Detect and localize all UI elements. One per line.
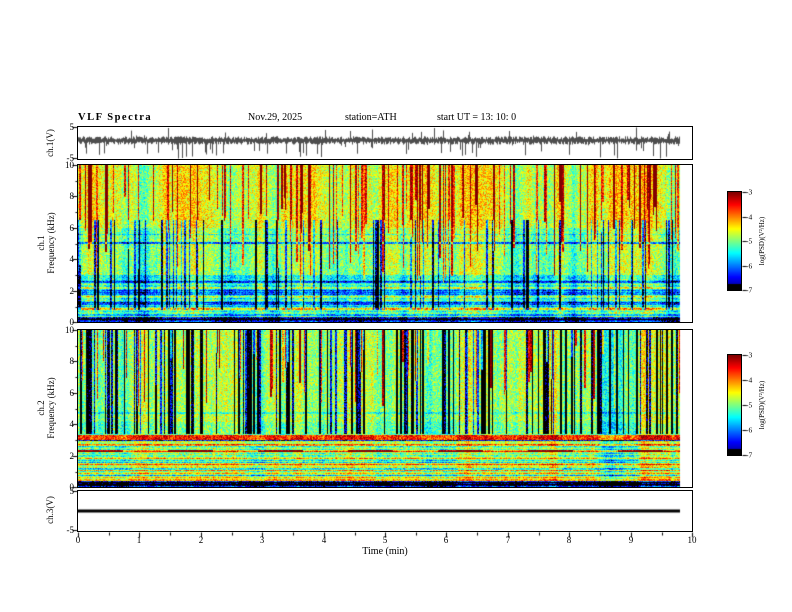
ch2-spec-ylabel: ch.2 Frequency (kHz) [36,377,56,438]
ch1-spectrogram-canvas [78,165,692,322]
colorbar-2-tick-label: -7 [746,450,753,460]
ch2-spec-tick-label: 8 [69,356,75,366]
ch3-waveform-panel [77,490,693,532]
ch2-spec-tick-label: 2 [69,451,75,461]
station-label: station=ATH [345,112,397,123]
ch1-spectrogram-panel [77,164,693,323]
time-tick-label: 10 [687,535,697,545]
time-tick-label: 3 [259,535,265,545]
ch2-spectrogram-panel [77,329,693,488]
ch3-ylabel-text: ch.3(V) [45,496,55,524]
colorbar-1-label-text: log(PSD)(V²/Hz) [758,216,766,266]
ch1-spec-tick-label: 6 [69,223,75,233]
ch1-spec-ylabel-line1: ch.1 [36,235,46,251]
start-ut-label: start UT = 13: 10: 0 [437,112,517,123]
ch3-tick-label: -5 [66,525,75,535]
ch2-spectrogram-canvas [78,330,692,487]
colorbar-1-tick-label: -4 [746,212,753,222]
colorbar-2-canvas [728,355,741,455]
colorbar-2-label: log(PSD)(V²/Hz) [757,381,767,429]
time-tick-label: 1 [136,535,142,545]
colorbar-1-tick-label: -5 [746,236,753,246]
ch2-spec-tick-label: 4 [69,419,75,429]
ch2-spec-ylabel-line2: Frequency (kHz) [46,377,56,439]
colorbar-2 [727,354,742,456]
time-tick-label: 0 [75,535,81,545]
time-tick-label: 6 [443,535,449,545]
time-tick-label: 7 [505,535,511,545]
figure-date: Nov.29, 2025 [248,112,303,123]
ch1-spec-tick-label: 8 [69,191,75,201]
colorbar-2-tick-label: -5 [746,400,753,410]
time-tick-label: 2 [198,535,204,545]
figure-title: VLF Spectra [78,112,153,123]
colorbar-2-tick-label: -4 [746,375,753,385]
ch1-spec-ylabel: ch.1 Frequency (kHz) [36,212,56,273]
colorbar-2-tick-label: -6 [746,425,753,435]
vlf-spectra-figure: VLF Spectra Nov.29, 2025 station=ATH sta… [0,0,792,612]
colorbar-2-label-text: log(PSD)(V²/Hz) [758,380,766,430]
time-tick-label: 9 [628,535,634,545]
time-tick-label: 5 [382,535,388,545]
ch1-spec-tick-label: 10 [65,160,74,170]
ch1-wave-ylabel-text: ch.1(V) [45,129,55,157]
colorbar-1-tick-label: -6 [746,261,753,271]
colorbar-2-tick-label: -3 [746,350,753,360]
ch1-spec-tick-label: 4 [69,254,75,264]
ch1-spec-ylabel-line2: Frequency (kHz) [46,212,56,274]
time-tick-label: 4 [321,535,327,545]
ch1-wave-ylabel: ch.1(V) [45,129,55,157]
ch3-ylabel: ch.3(V) [45,496,55,524]
time-tick-label: 8 [566,535,572,545]
ch1-wave-tick-label: 5 [69,122,75,132]
colorbar-1-tick-label: -7 [746,285,753,295]
ch1-spec-tick-label: 2 [69,286,75,296]
ch2-spec-ylabel-line1: ch.2 [36,400,46,416]
ch2-spec-tick-label: 6 [69,388,75,398]
ch1-waveform-canvas [78,127,692,159]
colorbar-1 [727,191,742,291]
ch1-waveform-panel [77,126,693,160]
ch3-waveform-canvas [78,491,692,531]
ch3-tick-label: 5 [69,486,75,496]
colorbar-1-canvas [728,192,741,290]
time-axis-label: Time (min) [362,546,408,557]
colorbar-1-tick-label: -3 [746,187,753,197]
ch2-spec-tick-label: 10 [65,325,74,335]
colorbar-1-label: log(PSD)(V²/Hz) [757,217,767,265]
